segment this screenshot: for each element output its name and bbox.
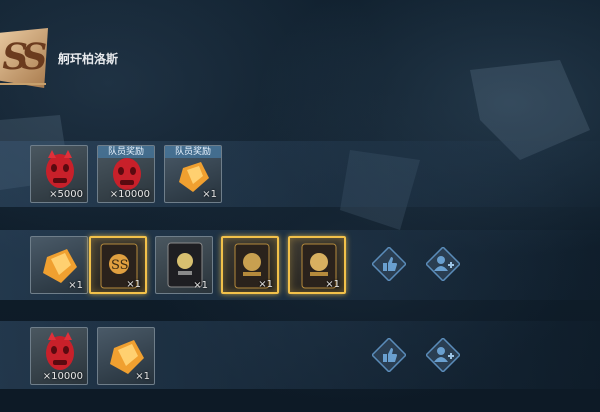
thumbs-up-icon[interactable] — [372, 338, 406, 372]
reward-row-1 — [0, 141, 600, 207]
player-name: 舸玕柏洛斯 — [58, 52, 119, 66]
member-reward-tag: 队员奖励 — [165, 146, 221, 158]
add-friend-icon[interactable] — [426, 247, 460, 281]
thumbs-up-icon[interactable] — [372, 247, 406, 281]
item-count: ×1 — [126, 279, 141, 290]
reward-item-legendary-card[interactable]: ×1 — [288, 236, 346, 294]
item-count: ×1 — [135, 371, 150, 382]
reward-item-orange-crystal[interactable]: ×1 — [30, 236, 88, 294]
reward-row-3 — [0, 321, 600, 389]
reward-item-legendary-card[interactable]: SS ×1 — [89, 236, 147, 294]
item-count: ×1 — [68, 280, 83, 291]
reward-item-orange-crystal[interactable]: ×1 — [97, 327, 155, 385]
reward-item-red-mask[interactable]: ×10000 — [30, 327, 88, 385]
header-divider — [0, 83, 46, 85]
item-count: ×10000 — [109, 189, 150, 200]
reward-item-red-mask[interactable]: 队员奖励 ×10000 — [97, 145, 155, 203]
item-count: ×5000 — [49, 189, 83, 200]
reward-item-rare-card[interactable]: ×1 — [155, 236, 213, 294]
guild-emblem-letters: SS — [0, 36, 45, 78]
reward-item-red-mask[interactable]: ×5000 — [30, 145, 88, 203]
member-reward-tag: 队员奖励 — [98, 146, 154, 158]
reward-item-orange-crystal[interactable]: 队员奖励 ×1 — [164, 145, 222, 203]
item-count: ×1 — [202, 189, 217, 200]
reward-item-legendary-card[interactable]: ×1 — [221, 236, 279, 294]
item-count: ×1 — [258, 279, 273, 290]
add-friend-icon[interactable] — [426, 338, 460, 372]
svg-text:SS: SS — [111, 258, 129, 273]
item-count: ×1 — [325, 279, 340, 290]
item-count: ×10000 — [42, 371, 83, 382]
item-count: ×1 — [193, 280, 208, 291]
